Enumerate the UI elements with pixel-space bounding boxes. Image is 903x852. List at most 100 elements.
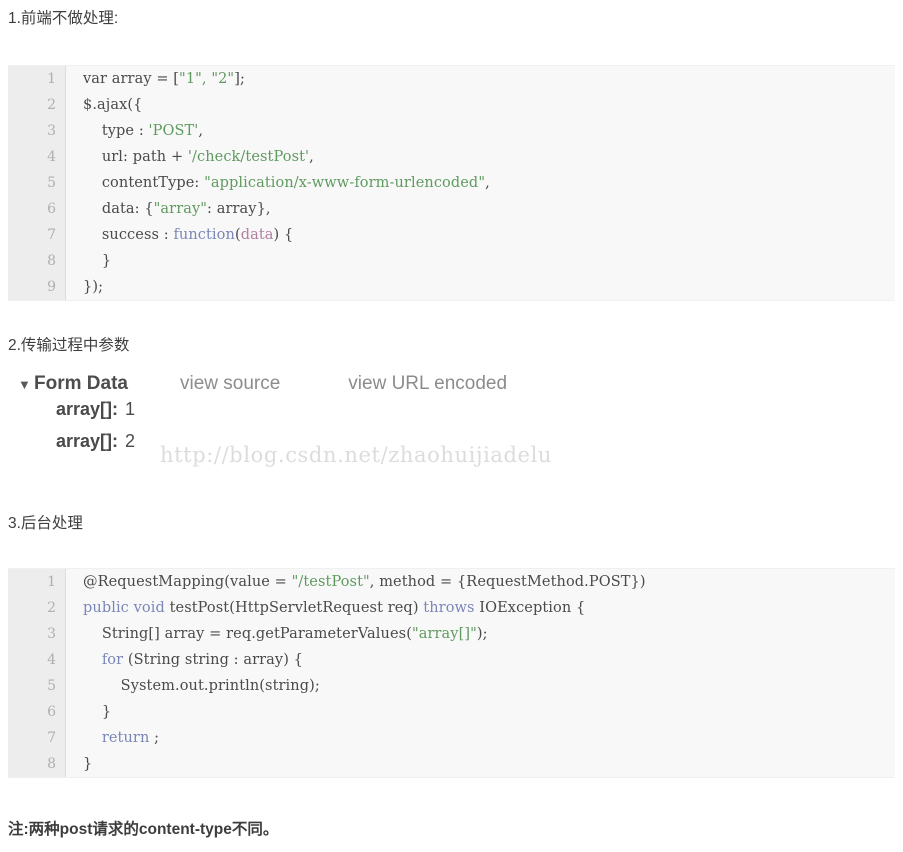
code-token-plain: url: path + bbox=[83, 149, 188, 165]
line-number: 5 bbox=[8, 673, 66, 699]
code-token-string: '/check/testPost' bbox=[187, 149, 310, 165]
section-heading-transfer: 2.传输过程中参数 bbox=[8, 337, 130, 354]
code-token-plain: success : bbox=[83, 227, 174, 243]
line-number: 7 bbox=[8, 222, 66, 248]
code-token-plain: var array = [ bbox=[83, 71, 180, 87]
code-line-text: String[] array = req.getParameterValues(… bbox=[66, 621, 895, 647]
line-number: 6 bbox=[8, 699, 66, 725]
line-number: 8 bbox=[8, 248, 66, 274]
code-token-plain: , bbox=[198, 123, 204, 139]
line-number: 8 bbox=[8, 751, 66, 777]
code-token-plain: } bbox=[83, 253, 112, 269]
code-token-keyword: return bbox=[101, 730, 150, 746]
code-token-plain: ; bbox=[149, 730, 160, 746]
code-token-param: data bbox=[240, 227, 274, 243]
form-data-title: Form Data bbox=[34, 373, 128, 394]
code-token-plain: testPost(HttpServletRequest req) bbox=[164, 600, 424, 616]
code-block-backend[interactable]: 1 @RequestMapping(value = "/testPost", me… bbox=[8, 568, 895, 778]
code-line-text: public void testPost(HttpServletRequest … bbox=[66, 595, 895, 621]
code-line-text: contentType: "application/x-www-form-url… bbox=[66, 170, 895, 196]
disclosure-triangle-down-icon[interactable]: ▼ bbox=[18, 370, 34, 400]
watermark-url: http://blog.csdn.net/zhaohuijiadelu bbox=[160, 443, 553, 467]
code-token-plain: } bbox=[83, 756, 93, 772]
code-line-row: 1 var array = ["1", "2"]; bbox=[8, 66, 895, 92]
line-number: 1 bbox=[8, 66, 66, 92]
code-line-text: }); bbox=[66, 274, 895, 300]
code-token-plain: ) { bbox=[273, 227, 294, 243]
code-token-plain: @RequestMapping(value = bbox=[83, 574, 292, 590]
code-line-row: 6 } bbox=[8, 699, 895, 725]
code-line-row: 1 @RequestMapping(value = "/testPost", me… bbox=[8, 569, 895, 595]
code-line-row: 4 for (String string : array) { bbox=[8, 647, 895, 673]
line-number: 4 bbox=[8, 144, 66, 170]
line-number: 6 bbox=[8, 196, 66, 222]
code-token-string: "array" bbox=[153, 201, 208, 217]
code-token-plain: type : bbox=[83, 123, 149, 139]
code-line-text: success : function(data) { bbox=[66, 222, 895, 248]
code-line-row: 9}); bbox=[8, 274, 895, 300]
line-number: 1 bbox=[8, 569, 66, 595]
code-line-row: 2 public void testPost(HttpServletRequest… bbox=[8, 595, 895, 621]
form-data-key: array[]: bbox=[56, 431, 119, 451]
code-token-plain: contentType: bbox=[83, 175, 205, 191]
view-source-link[interactable]: view source bbox=[180, 369, 280, 399]
code-token-plain: IOException { bbox=[474, 600, 586, 616]
code-line-row: 3 type : 'POST', bbox=[8, 118, 895, 144]
code-line-text: System.out.println(string); bbox=[66, 673, 895, 699]
code-line-text: @RequestMapping(value = "/testPost", met… bbox=[66, 569, 895, 595]
line-number: 3 bbox=[8, 118, 66, 144]
code-line-row: 7 success : function(data) { bbox=[8, 222, 895, 248]
code-token-plain: , method = {RequestMethod.POST}) bbox=[369, 574, 646, 590]
code-line-text: } bbox=[66, 751, 895, 777]
code-token-string: "array[]" bbox=[411, 626, 477, 642]
code-line-text: return ; bbox=[66, 725, 895, 751]
code-line-row: 5 System.out.println(string); bbox=[8, 673, 895, 699]
code-token-plain: ]; bbox=[234, 71, 245, 87]
line-number: 4 bbox=[8, 647, 66, 673]
section-heading-frontend: 1.前端不做处理: bbox=[8, 10, 119, 27]
code-token-keyword: throws bbox=[423, 600, 475, 616]
code-line-row: 2 $.ajax({ bbox=[8, 92, 895, 118]
code-rows: 1 @RequestMapping(value = "/testPost", me… bbox=[8, 569, 895, 777]
form-data-row[interactable]: array[]: 1 bbox=[0, 399, 903, 431]
code-token-string: 'POST' bbox=[148, 123, 199, 139]
code-token-keyword: for bbox=[101, 652, 124, 668]
line-number: 2 bbox=[8, 595, 66, 621]
code-line-text: } bbox=[66, 699, 895, 725]
code-token-plain: String[] array = req.getParameterValues( bbox=[83, 626, 412, 642]
code-token-string: "/testPost" bbox=[291, 574, 370, 590]
line-number: 3 bbox=[8, 621, 66, 647]
code-line-text: data: {"array": array}, bbox=[66, 196, 895, 222]
blog-post-page: 1.前端不做处理: 1 var array = ["1", "2"]; 2 $.aja… bbox=[0, 0, 903, 852]
code-token-plain: ); bbox=[476, 626, 488, 642]
code-token-string: "1", "2" bbox=[179, 71, 235, 87]
view-url-encoded-link[interactable]: view URL encoded bbox=[348, 369, 507, 399]
code-line-text: type : 'POST', bbox=[66, 118, 895, 144]
code-line-text: url: path + '/check/testPost', bbox=[66, 144, 895, 170]
code-line-row: 8 } bbox=[8, 248, 895, 274]
form-data-header[interactable]: ▼ Form Data view source view URL encoded bbox=[0, 369, 903, 399]
code-token-plain: data: { bbox=[83, 201, 154, 217]
code-block-frontend[interactable]: 1 var array = ["1", "2"]; 2 $.ajax({3 type … bbox=[8, 65, 895, 301]
code-line-row: 7 return ; bbox=[8, 725, 895, 751]
code-token-plain: System.out.println(string); bbox=[83, 678, 320, 694]
form-data-value: 1 bbox=[125, 399, 136, 419]
code-token-keyword: public bbox=[83, 600, 129, 616]
code-token-plain: $.ajax({ bbox=[83, 97, 143, 113]
code-token-keyword: function bbox=[173, 227, 235, 243]
code-line-row: 6 data: {"array": array}, bbox=[8, 196, 895, 222]
code-line-row: 3 String[] array = req.getParameterValue… bbox=[8, 621, 895, 647]
code-token-plain: }); bbox=[83, 279, 104, 295]
code-line-row: 8} bbox=[8, 751, 895, 777]
code-line-row: 4 url: path + '/check/testPost', bbox=[8, 144, 895, 170]
code-token-plain: , bbox=[485, 175, 490, 191]
section-heading-backend: 3.后台处理 bbox=[8, 515, 83, 532]
line-number: 2 bbox=[8, 92, 66, 118]
code-line-text: var array = ["1", "2"]; bbox=[66, 66, 895, 92]
footer-note: 注:两种post请求的content-type不同。 bbox=[8, 821, 279, 838]
code-line-text: } bbox=[66, 248, 895, 274]
form-data-key: array[]: bbox=[56, 399, 119, 419]
code-token-plain: , bbox=[309, 149, 314, 165]
